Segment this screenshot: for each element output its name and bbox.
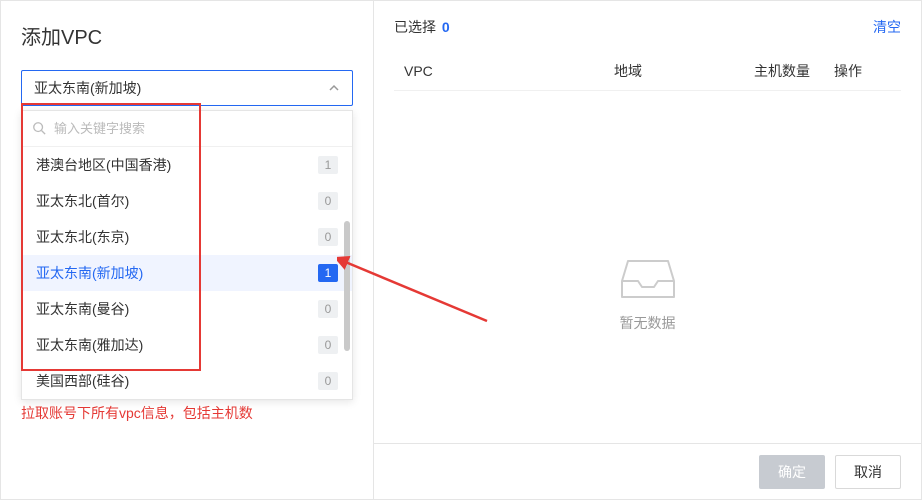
region-dropdown: 港澳台地区(中国香港) 1 亚太东北(首尔) 0 亚太东北(东京) 0 亚太东南(新加坡) 1… [21,110,353,400]
clear-link[interactable]: 清空 [873,17,901,37]
col-region: 地域 [614,61,754,81]
search-icon [32,121,48,137]
selected-label: 已选择 0 [394,17,450,37]
ok-button[interactable]: 确定 [759,455,825,489]
col-vpc: VPC [394,63,614,79]
region-option[interactable]: 港澳台地区(中国香港) 1 [22,147,352,183]
region-option-count-badge: 1 [318,264,338,282]
empty-text: 暂无数据 [620,313,676,333]
region-select-trigger[interactable]: 亚太东南(新加坡) [21,70,353,106]
dialog-footer: 确定 取消 [374,443,921,499]
region-search-input[interactable] [54,121,342,136]
region-option-label: 亚太东南(新加坡) [36,263,143,283]
empty-state: 暂无数据 [394,91,901,499]
region-option-label: 亚太东南(曼谷) [36,299,129,319]
region-option-label: 亚太东北(首尔) [36,191,129,211]
empty-inbox-icon [620,257,676,301]
region-option-label: 美国西部(硅谷) [36,371,129,391]
region-option[interactable]: 亚太东南(曼谷) 0 [22,291,352,327]
region-option-label: 亚太东南(雅加达) [36,335,143,355]
region-option[interactable]: 亚太东南(雅加达) 0 [22,327,352,363]
table-header: VPC 地域 主机数量 操作 [394,51,901,91]
region-options-list: 港澳台地区(中国香港) 1 亚太东北(首尔) 0 亚太东北(东京) 0 亚太东南(新加坡) 1… [22,147,352,399]
region-option-count-badge: 1 [318,156,338,174]
region-option-count-badge: 0 [318,372,338,390]
region-option-label: 亚太东北(东京) [36,227,129,247]
region-option[interactable]: 亚太东北(首尔) 0 [22,183,352,219]
annotation-note: 拉取账号下所有vpc信息，包括主机数 [21,403,253,423]
page-title: 添加VPC [21,21,353,50]
region-option-count-badge: 0 [318,336,338,354]
region-option-count-badge: 0 [318,228,338,246]
selected-count: 0 [442,19,450,35]
region-option-label: 港澳台地区(中国香港) [36,155,171,175]
region-option[interactable]: 美国西部(硅谷) 0 [22,363,352,399]
col-host: 主机数量 [754,61,834,81]
col-op: 操作 [834,61,894,81]
region-option[interactable]: 亚太东南(新加坡) 1 [22,255,352,291]
region-option-count-badge: 0 [318,192,338,210]
chevron-up-icon [328,82,340,94]
cancel-button[interactable]: 取消 [835,455,901,489]
region-option-count-badge: 0 [318,300,338,318]
scrollbar-thumb[interactable] [344,221,350,351]
region-option[interactable]: 亚太东北(东京) 0 [22,219,352,255]
region-select-value: 亚太东南(新加坡) [34,78,141,98]
